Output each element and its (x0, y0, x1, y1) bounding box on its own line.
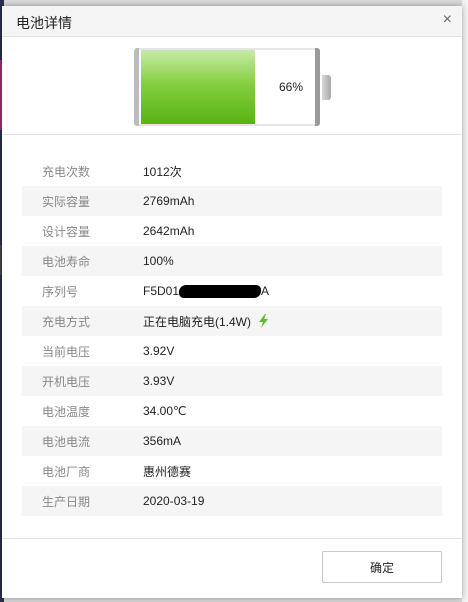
info-label: 开机电压 (42, 374, 91, 389)
info-row-current-voltage: 当前电压 3.92V (22, 336, 442, 366)
info-value: 2642mAh (143, 224, 195, 238)
info-label: 电池温度 (42, 404, 91, 419)
battery-level-label: 66% (278, 80, 303, 94)
info-label: 设计容量 (42, 224, 91, 239)
info-row-serial-number: 序列号 F5D01 A (22, 276, 442, 306)
info-row-design-capacity: 设计容量 2642mAh (22, 216, 442, 246)
info-label: 当前电压 (42, 344, 91, 359)
info-value: 2020-03-19 (143, 494, 205, 508)
info-label: 电池厂商 (42, 464, 91, 479)
footer-divider (2, 538, 462, 539)
dialog-title: 电池详情 (16, 15, 72, 31)
battery-graphic: 66% (134, 48, 334, 128)
info-value: 1012次 (143, 164, 182, 179)
info-value: 惠州德赛 (143, 464, 192, 479)
battery-info-table: 充电次数 1012次 实际容量 2769mAh 设计容量 2642mAh 电池寿… (22, 156, 442, 516)
info-row-current: 电池电流 356mA (22, 426, 442, 456)
info-value: 356mA (143, 434, 182, 448)
background-app-right-edge (462, 0, 468, 602)
info-value: 100% (143, 254, 174, 268)
info-label: 充电方式 (42, 314, 91, 329)
lightning-bolt-icon (259, 314, 269, 328)
info-value: 3.93V (143, 374, 175, 388)
info-row-production-date: 生产日期 2020-03-19 (22, 486, 442, 516)
info-label: 充电次数 (42, 164, 91, 179)
serial-suffix: A (261, 284, 270, 298)
battery-body: 66% (134, 48, 320, 126)
dialog-titlebar: 电池详情 × (2, 6, 462, 37)
battery-details-dialog: 电池详情 × 66% 充电次数 1012次 实际容量 2769mAh 设计容量 … (2, 6, 462, 598)
info-label: 电池寿命 (42, 254, 91, 269)
charging-mode-text: 正在电脑充电(1.4W) (143, 314, 252, 329)
info-value: 3.92V (143, 344, 175, 358)
info-row-charge-count: 充电次数 1012次 (22, 156, 442, 186)
info-row-boot-voltage: 开机电压 3.93V (22, 366, 442, 396)
info-row-battery-health: 电池寿命 100% (22, 246, 442, 276)
battery-fill-level (141, 50, 255, 124)
info-value: 2769mAh (143, 194, 195, 208)
info-value: 正在电脑充电(1.4W) (143, 313, 269, 330)
info-row-charging-mode: 充电方式 正在电脑充电(1.4W) (22, 306, 442, 336)
battery-terminal-cap (322, 75, 331, 100)
info-label: 电池电流 (42, 434, 91, 449)
info-label: 生产日期 (42, 494, 91, 509)
section-divider (2, 134, 462, 135)
close-icon[interactable]: × (443, 11, 452, 29)
info-label: 序列号 (42, 284, 79, 299)
redaction-mark (178, 284, 262, 298)
info-value: 34.00℃ (143, 404, 187, 418)
info-value: F5D01 A (143, 284, 269, 298)
ok-button[interactable]: 确定 (322, 551, 442, 583)
info-row-actual-capacity: 实际容量 2769mAh (22, 186, 442, 216)
info-row-temperature: 电池温度 34.00℃ (22, 396, 442, 426)
serial-prefix: F5D01 (143, 284, 180, 298)
info-label: 实际容量 (42, 194, 91, 209)
info-row-manufacturer: 电池厂商 惠州德赛 (22, 456, 442, 486)
